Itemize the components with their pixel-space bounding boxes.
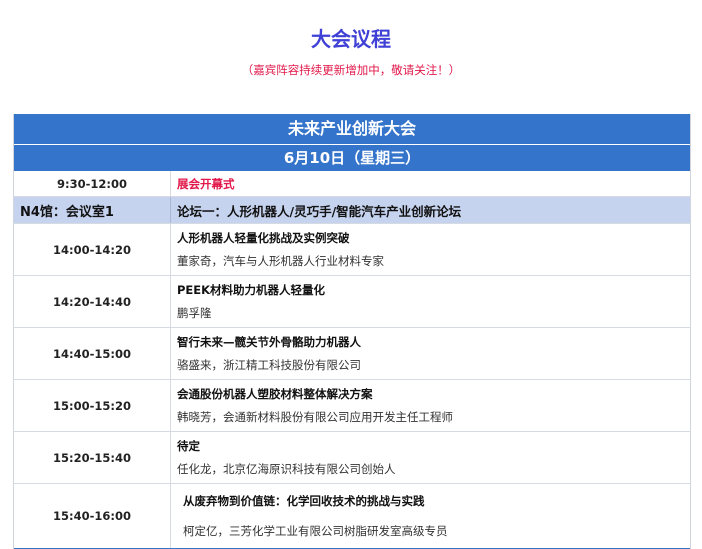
session-time: 15:00-15:20 bbox=[14, 380, 171, 431]
session-row: 15:00-15:20 会通股份机器人塑胶材料整体解决方案 韩晓芳，会通新材料股… bbox=[14, 380, 690, 432]
session-row: 14:00-14:20 人形机器人轻量化挑战及实例突破 董家奇，汽车与人形机器人… bbox=[14, 224, 690, 276]
opening-time: 9:30-12:00 bbox=[14, 171, 171, 196]
session-row: 15:40-16:00 从废弃物到价值链：化学回收技术的挑战与实践 柯定亿，三芳… bbox=[14, 484, 690, 548]
session-row: 15:20-15:40 待定 任化龙，北京亿海原识科技有限公司创始人 bbox=[14, 432, 690, 484]
forum-venue: N4馆：会议室1 bbox=[14, 197, 171, 223]
session-content: PEEK材料助力机器人轻量化 鹏孚隆 bbox=[171, 276, 690, 327]
session-content: 待定 任化龙，北京亿海原识科技有限公司创始人 bbox=[171, 432, 690, 483]
session-title: 从废弃物到价值链：化学回收技术的挑战与实践 bbox=[183, 494, 425, 508]
session-content: 会通股份机器人塑胶材料整体解决方案 韩晓芳，会通新材料股份有限公司应用开发主任工… bbox=[171, 380, 690, 431]
forum-row: N4馆：会议室1 论坛一：人形机器人/灵巧手/智能汽车产业创新论坛 bbox=[14, 197, 690, 224]
session-title: 会通股份机器人塑胶材料整体解决方案 bbox=[177, 386, 373, 401]
conference-name: 未来产业创新大会 bbox=[14, 114, 690, 145]
page-subtitle: （嘉宾阵容持续更新增加中，敬请关注！） bbox=[241, 63, 461, 77]
session-time: 14:40-15:00 bbox=[14, 328, 171, 379]
session-title: PEEK材料助力机器人轻量化 bbox=[177, 282, 326, 297]
session-time: 14:20-14:40 bbox=[14, 276, 171, 327]
session-speaker: 董家奇，汽车与人形机器人行业材料专家 bbox=[177, 254, 384, 269]
agenda-page: 大会议程 （嘉宾阵容持续更新增加中，敬请关注！） 未来产业创新大会 6月10日（… bbox=[0, 0, 702, 549]
session-speaker: 韩晓芳，会通新材料股份有限公司应用开发主任工程师 bbox=[177, 410, 453, 425]
session-speaker: 鹏孚隆 bbox=[177, 306, 212, 321]
forum-name: 论坛一：人形机器人/灵巧手/智能汽车产业创新论坛 bbox=[177, 203, 462, 219]
session-time: 15:40-16:00 bbox=[14, 484, 171, 548]
session-title: 待定 bbox=[177, 438, 200, 453]
page-title: 大会议程 bbox=[311, 27, 391, 51]
session-title: 人形机器人轻量化挑战及实例突破 bbox=[177, 230, 350, 245]
session-content: 人形机器人轻量化挑战及实例突破 董家奇，汽车与人形机器人行业材料专家 bbox=[171, 224, 690, 275]
agenda-table: 未来产业创新大会 6月10日（星期三） 9:30-12:00 展会开幕式 N4馆… bbox=[13, 114, 691, 549]
session-row: 14:20-14:40 PEEK材料助力机器人轻量化 鹏孚隆 bbox=[14, 276, 690, 328]
opening-row: 9:30-12:00 展会开幕式 bbox=[14, 171, 690, 197]
session-content: 从废弃物到价值链：化学回收技术的挑战与实践 柯定亿，三芳化学工业有限公司树脂研发… bbox=[171, 484, 690, 548]
session-speaker: 柯定亿，三芳化学工业有限公司树脂研发室高级专员 bbox=[183, 524, 448, 538]
session-row: 14:40-15:00 智行未来—髋关节外骨骼助力机器人 骆盛来，浙江精工科技股… bbox=[14, 328, 690, 380]
session-content: 智行未来—髋关节外骨骼助力机器人 骆盛来，浙江精工科技股份有限公司 bbox=[171, 328, 690, 379]
opening-label: 展会开幕式 bbox=[177, 176, 235, 191]
session-speaker: 骆盛来，浙江精工科技股份有限公司 bbox=[177, 358, 361, 373]
session-title: 智行未来—髋关节外骨骼助力机器人 bbox=[177, 334, 361, 349]
session-time: 15:20-15:40 bbox=[14, 432, 171, 483]
conference-date: 6月10日（星期三） bbox=[14, 145, 690, 171]
session-speaker: 任化龙，北京亿海原识科技有限公司创始人 bbox=[177, 462, 396, 477]
session-time: 14:00-14:20 bbox=[14, 224, 171, 275]
